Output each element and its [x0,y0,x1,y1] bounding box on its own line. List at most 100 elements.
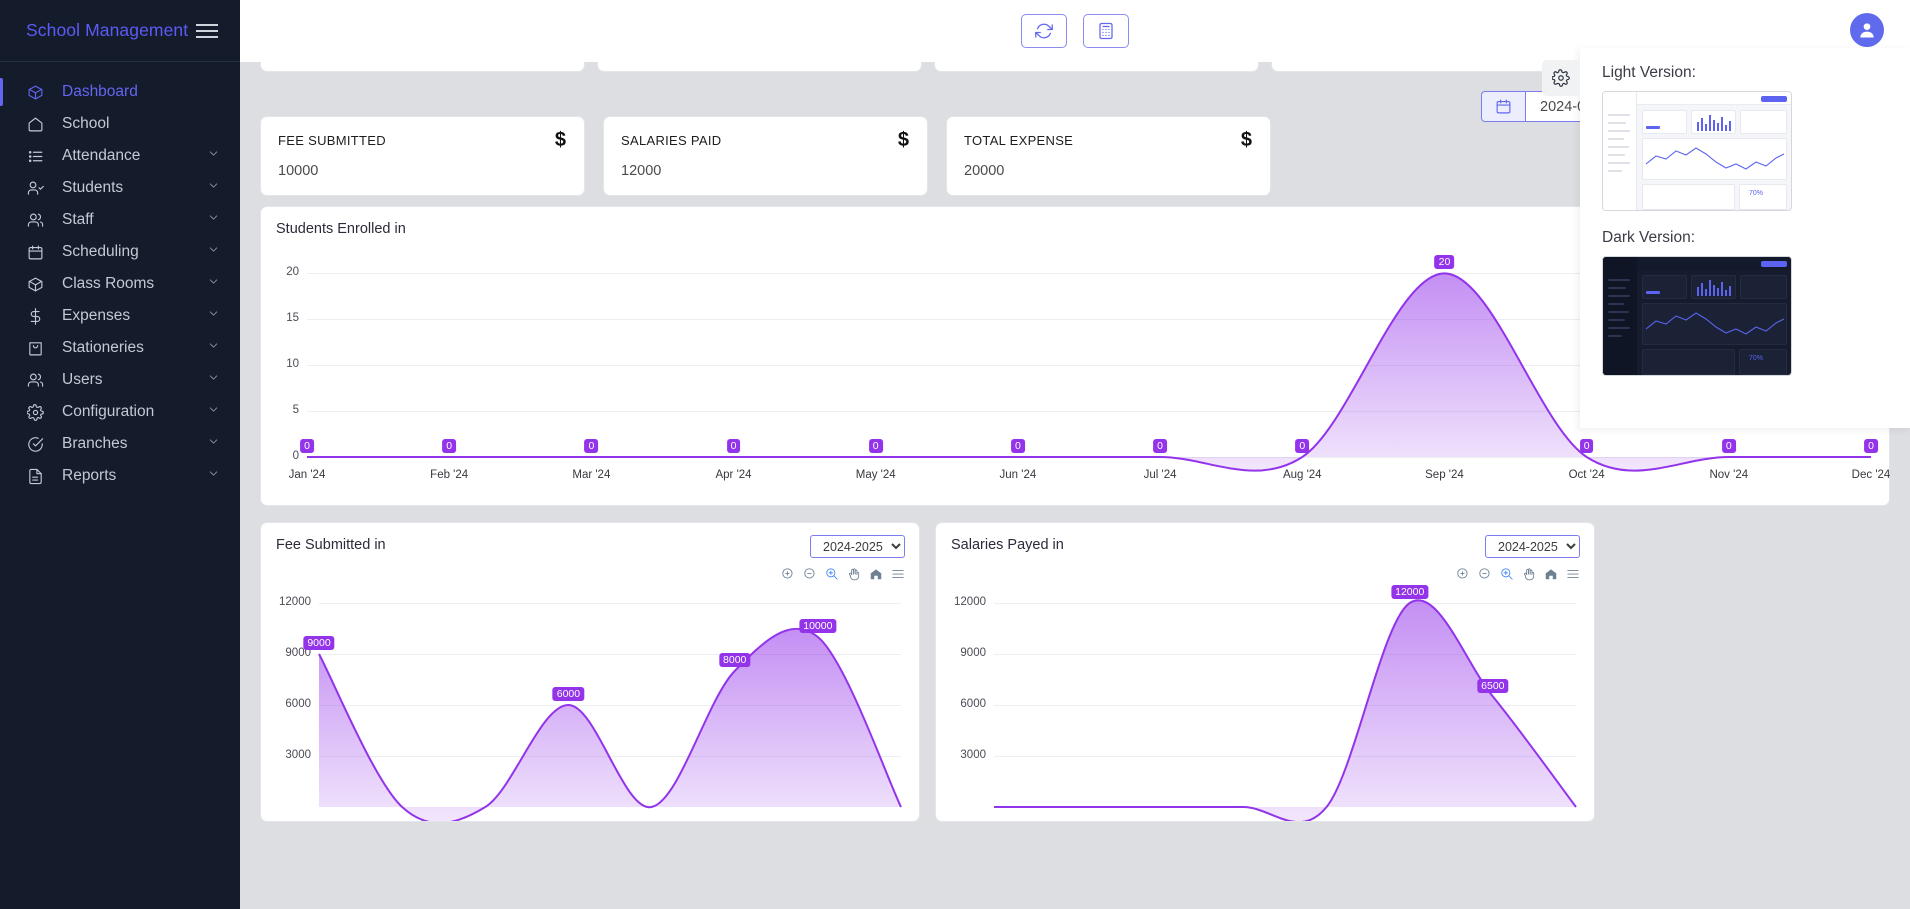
data-label: 0 [300,439,314,453]
dollar-icon: $ [1240,129,1252,151]
sidebar-item-class-rooms[interactable]: Class Rooms [0,268,240,300]
calendar-icon[interactable] [1481,91,1525,122]
sidebar-item-users[interactable]: Users [0,364,240,396]
bag-icon [27,339,49,357]
chevron-down-icon[interactable] [207,403,220,421]
brand-title: School Management [26,20,189,40]
sidebar-item-school[interactable]: School [0,108,240,140]
zoom-out-icon[interactable] [1478,567,1492,581]
sidebar-item-label: Stationeries [62,339,144,356]
avatar[interactable] [1850,13,1884,47]
users-icon [27,371,49,389]
users-icon [27,211,49,229]
chevron-down-icon[interactable] [207,435,220,453]
sidebar-item-reports[interactable]: Reports [0,460,240,492]
dollar-icon [27,307,49,325]
sidebar-item-branches[interactable]: Branches [0,428,240,460]
data-label: 0 [726,439,741,453]
chevron-down-icon[interactable] [207,339,220,357]
sidebar-item-label: Configuration [62,403,155,420]
stat-title: TOTAL EXPENSE [964,132,1074,148]
chevron-down-icon[interactable] [207,371,220,389]
refresh-button[interactable] [1021,14,1067,48]
chevron-down-icon[interactable] [207,179,220,197]
sidebar-item-label: Branches [62,435,128,452]
salaries-chart-toolbar[interactable] [1456,567,1580,581]
sidebar-item-stationeries[interactable]: Stationeries [0,332,240,364]
sidebar-header: School Management [0,0,240,62]
sidebar-item-label: Staff [62,211,94,228]
light-theme-thumbnail[interactable]: 70% [1602,91,1792,211]
pan-hand-icon[interactable] [847,567,861,581]
data-label: 6500 [1477,678,1509,693]
salaries-payed-chart[interactable]: 3000 6000 9000 12000 12000 6500 [936,585,1594,821]
zoom-in-icon[interactable] [781,567,795,581]
data-label: 6000 [552,687,585,701]
data-label: 12000 [1391,585,1429,599]
home-icon [27,115,49,133]
selection-zoom-icon[interactable] [1500,567,1514,581]
user-avatar-icon [1860,23,1874,38]
sidebar-item-students[interactable]: Students [0,172,240,204]
sidebar-item-label: Reports [62,467,117,484]
x-axis-tick: Aug '24 [1282,469,1322,481]
home-reset-icon[interactable] [869,567,883,581]
hamburger-menu-icon[interactable] [891,567,905,581]
refresh-icon [1035,23,1053,39]
data-label: 0 [1153,439,1167,453]
fee-submitted-card: Fee Submitted in 2024-2025 3000 6000 9000 1… [260,522,920,822]
stat-title: SALARIES PAID [621,132,722,148]
salaries-year-select[interactable]: 2024-2025 [1485,535,1580,558]
dark-theme-thumbnail[interactable]: 70% [1602,256,1792,376]
dollar-icon: $ [897,129,909,151]
zoom-out-icon[interactable] [803,567,817,581]
data-label: 0 [1010,439,1025,453]
data-label: 8000 [719,653,751,667]
fee-submitted-chart[interactable]: 3000 6000 9000 12000 9000 6000 8000 10000 [261,593,919,821]
cube-icon [27,275,49,293]
zoom-in-icon[interactable] [1456,567,1470,581]
chevron-down-icon[interactable] [207,275,220,293]
sidebar-item-staff[interactable]: Staff [0,204,240,236]
pan-hand-icon[interactable] [1522,567,1536,581]
data-label: 0 [1579,439,1594,453]
sidebar-item-label: School [62,115,110,132]
list-icon [27,147,49,165]
chart-series [994,599,1577,821]
sidebar-item-expenses[interactable]: Expenses [0,300,240,332]
x-axis-tick: Jun '24 [999,469,1037,481]
sidebar-item-label: Dashboard [62,83,138,100]
hamburger-icon[interactable] [196,23,218,38]
stat-card-fee-submitted: FEE SUBMITTED $10000 [260,116,585,196]
sidebar-item-label: Scheduling [62,243,139,260]
cut-card-1 [260,62,585,72]
fee-year-select[interactable]: 2024-2025 [810,535,905,558]
sidebar-item-configuration[interactable]: Configuration [0,396,240,428]
x-axis-tick: Feb '24 [430,469,469,481]
salaries-payed-card: Salaries Payed in 2024-2025 3000 6000 9000… [935,522,1595,822]
calendar-icon [27,243,49,261]
sidebar-item-dashboard[interactable]: Dashboard [0,76,240,108]
data-label: 0 [868,439,883,453]
chevron-down-icon[interactable] [207,243,220,261]
chevron-down-icon[interactable] [207,147,220,165]
dollar-icon: $ [554,129,566,151]
hamburger-menu-icon[interactable] [1566,567,1580,581]
sidebar-item-attendance[interactable]: Attendance [0,140,240,172]
stat-title: FEE SUBMITTED [278,132,386,148]
dark-version-label: Dark Version: [1602,229,1696,246]
chevron-down-icon[interactable] [207,307,220,325]
settings-toggle-button[interactable] [1542,60,1580,96]
light-version-label: Light Version: [1602,64,1696,81]
calculator-button[interactable] [1083,14,1129,48]
chevron-down-icon[interactable] [207,467,220,485]
stat-value: 12000 [621,163,662,179]
fee-chart-toolbar[interactable] [781,567,905,581]
sidebar-item-scheduling[interactable]: Scheduling [0,236,240,268]
thumbnail-percent: 70% [1749,355,1764,362]
selection-zoom-icon[interactable] [825,567,839,581]
cut-card-2 [597,62,922,72]
chevron-down-icon[interactable] [207,211,220,229]
home-reset-icon[interactable] [1544,567,1558,581]
stat-cards: FEE SUBMITTED $10000 SALARIES PAID $12000 TO… [260,116,1271,196]
